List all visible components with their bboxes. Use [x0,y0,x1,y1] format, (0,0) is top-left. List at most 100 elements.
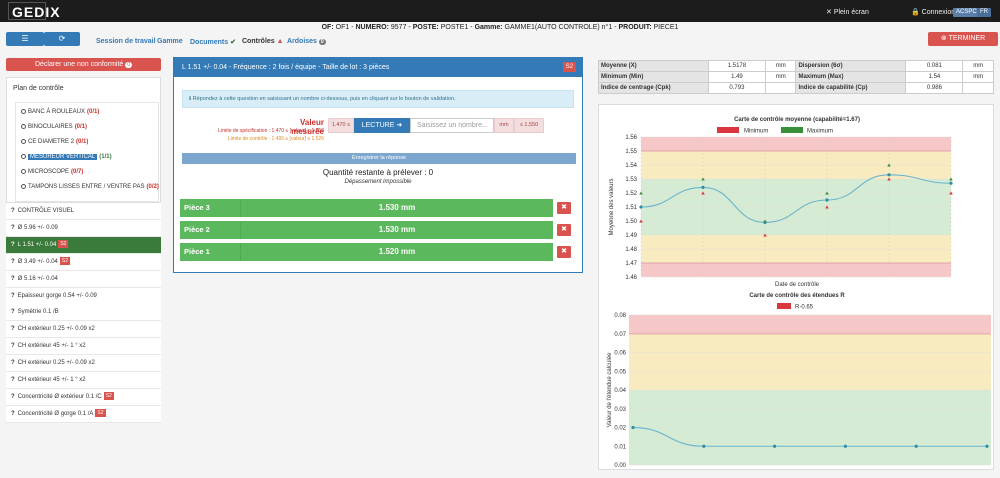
value-input[interactable]: Saisissez un nombre... [410,118,494,133]
plan-item-label: BINOCULAIRES [28,124,73,130]
control-item[interactable]: ? Epaisseur gorge 0.54 +/- 0.09 [6,287,161,305]
y-tick-label: 0.08 [614,313,626,319]
question-icon: ? [11,208,15,214]
plan-item[interactable]: MESUREUR VERTICAL (1/1) [21,154,112,160]
delete-piece-button[interactable]: ✖ [557,246,571,258]
stats-row: Moyenne (X) 1.5178 mm Dispersion (6σ) 0.081 m… [598,60,994,72]
terminer-button[interactable]: ⊗ TERMINER [928,32,998,46]
tab-ardoises-label: Ardoises [287,38,317,45]
control-item[interactable]: ? CH extérieur 45 +/- 1 ° x2 [6,372,161,389]
chart-title: Carte de contrôle des étendues R [749,293,845,299]
series-point [702,444,706,448]
refresh-button[interactable]: ⟳ [44,32,80,46]
control-item[interactable]: ? Ø 5.96 +/- 0.09 [6,219,161,237]
refresh-icon: ⟳ [58,34,66,43]
control-item-label: Concentricité Ø gorge 0.1 /A [17,410,94,417]
tab-controles[interactable]: Contrôles ▲ [242,38,284,45]
series-point [639,205,643,209]
control-item[interactable]: ? CH extérieur 0.25 +/- 0.09 x2 [6,321,161,339]
legend-label: R-0.65 [795,305,814,311]
top-bar: GEDIX ✕ Plein écran 🔒 Connexion ACSPC FR [0,0,1000,22]
circle-icon [21,184,26,189]
control-item-label: Ø 3.49 +/- 0.04 [17,258,58,265]
badge-language[interactable]: FR [977,8,991,17]
info-text: Répondez à cette question en saisissant … [192,96,456,102]
control-item[interactable]: ? CH extérieur 0.25 +/- 0.09 x2 [6,355,161,373]
produit-label: PRODUIT: [618,24,652,31]
numero-label: NUMERO: [355,24,389,31]
y-tick-label: 1.48 [625,247,637,253]
plan-item-count: (0/1) [87,109,100,115]
control-item[interactable]: ? Concentricité Ø extérieur 0.1 /C S2 [6,388,161,406]
control-item[interactable]: ? L 1.51 +/- 0.04 S2 [6,236,161,254]
plan-item-label: MICROSCOPE [28,169,70,175]
stat-label: Dispersion (6σ) [795,60,907,72]
warning-icon: ▲ [276,38,284,45]
zone-band [641,263,951,277]
circle-icon [21,154,26,159]
declare-nonconformity-button[interactable]: Déclarer une non conformité 0 [6,58,161,71]
stat-unit [962,82,994,94]
control-item[interactable]: ? CONTRÔLE VISUEL [6,203,161,220]
lecture-button[interactable]: LECTURE ➜ [354,118,410,133]
plan-item-label: MESUREUR VERTICAL [28,154,98,160]
control-item[interactable]: ? CH extérieur 45 +/- 1 ° x2 [6,338,161,356]
tab-gamme[interactable]: Gamme [157,38,183,45]
y-tick-label: 0.04 [614,388,626,394]
control-item[interactable]: ? Ø 5.16 +/- 0.04 [6,270,161,288]
s2-badge: S2 [58,239,69,248]
control-plan-panel: Plan de contrôle BANC À ROULEAUX (0/1) BIN… [6,77,161,203]
control-item-label: Ø 5.16 +/- 0.04 [17,275,58,282]
plan-item[interactable]: TAMPONS LISSES ENTRE / VENTRE PAS (0/2) [21,184,159,190]
y-tick-label: 0.06 [614,351,626,357]
control-item-label: Ø 5.96 +/- 0.09 [17,224,58,231]
y-tick-label: 1.49 [625,233,637,239]
series-point [985,444,989,448]
piece-label: Pièce 2 [184,225,210,234]
zone-band [629,333,991,390]
series-point [949,181,953,185]
y-tick-label: 1.51 [625,205,637,211]
piece-row: Pièce 3 1.530 mm [180,199,553,217]
stats-table: Moyenne (X) 1.5178 mm Dispersion (6σ) 0.081 m… [598,60,994,94]
menu-button[interactable]: ☰ [6,32,44,46]
question-icon: ? [11,377,15,383]
connexion-button[interactable]: 🔒 Connexion [911,8,955,16]
plan-item[interactable]: CE DIAMETRE 2 (0/1) [21,139,88,145]
plan-item[interactable]: MICROSCOPE (0/7) [21,169,83,175]
y-tick-label: 1.54 [625,163,637,169]
stat-value: 1.49 [707,71,766,83]
plan-item[interactable]: BANC À ROULEAUX (0/1) [21,109,99,115]
stat-unit: mm [764,60,797,72]
control-item[interactable]: ? Ø 3.49 +/- 0.04 S2 [6,253,161,271]
series-point [887,173,891,177]
control-item[interactable]: ? Symétrie 0.1 /B [6,304,161,322]
plan-item-count: (0/7) [71,169,84,175]
tab-session[interactable]: Session de travail [96,38,156,45]
piece-row: Pièce 1 1.520 mm [180,243,553,261]
close-icon: ⊗ [940,35,949,42]
ardoises-count: 0 [318,39,326,45]
min-addon: 1.470 ≤ [328,118,354,133]
delete-piece-button[interactable]: ✖ [557,224,571,236]
control-item[interactable]: ? Concentricité Ø gorge 0.1 /A S2 [6,405,161,423]
series-point [825,198,829,202]
control-limit-text: Limite de contrôle : 1.495 ≤ [valeur] ≤ … [227,136,324,142]
badge-acspc: ACSPC [953,8,980,17]
declare-label: Déclarer une non conformité [34,61,124,68]
terminer-label: TERMINER [948,35,986,42]
tab-ardoises[interactable]: Ardoises 0 [287,38,326,45]
connexion-label: Connexion [921,9,956,16]
delete-piece-button[interactable]: ✖ [557,202,571,214]
zone-band [629,315,991,334]
measurement-panel: L 1.51 +/- 0.04 - Fréquence : 2 fois / é… [173,57,583,273]
control-charts: Carte de contrôle moyenne (capabilité=1.… [607,117,991,469]
circle-icon [21,124,26,129]
y-axis-label: Valeur de l'étendue calculée [607,352,613,427]
tab-documents[interactable]: Documents ✔ [190,38,236,46]
save-answer-button[interactable]: Enregistrer la réponse [182,153,576,164]
fullscreen-button[interactable]: ✕ Plein écran [826,8,869,16]
plan-item[interactable]: BINOCULAIRES (0/1) [21,124,87,130]
plan-item-count: (1/1) [99,154,112,160]
check-icon: ✔ [230,39,236,46]
